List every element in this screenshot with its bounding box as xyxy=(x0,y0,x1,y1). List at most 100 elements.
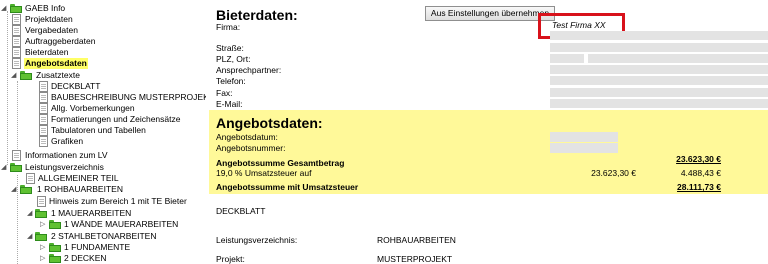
tree-node-decken[interactable]: ▷ 2 DECKEN xyxy=(0,253,200,264)
folder-open-icon xyxy=(20,71,32,80)
document-icon xyxy=(39,136,48,147)
tree-node-fundamente[interactable]: ▷ 1 FUNDAMENTE xyxy=(0,242,200,253)
folder-open-icon xyxy=(35,209,47,218)
expand-arrow-icon[interactable]: ▷ xyxy=(40,255,47,262)
umsatzsteuer-value: 4.488,43 € xyxy=(680,168,721,178)
tree-node-label: 1 ROHBAUARBEITEN xyxy=(37,184,123,194)
tree-node-stahlbetonarbeiten[interactable]: ◢ 2 STAHLBETONARBEITEN xyxy=(0,231,200,242)
tree-node-label: Grafiken xyxy=(51,136,84,146)
tree-node-zusatztexte[interactable]: ◢ Zusatztexte xyxy=(0,70,200,81)
tree-node-label: Hinweis zum Bereich 1 mit TE Bieter xyxy=(49,196,187,206)
tree-node-label-selected: Angebotsdaten xyxy=(24,58,88,69)
lv-value: ROHBAUARBEITEN xyxy=(377,235,456,245)
fax-field[interactable] xyxy=(550,88,768,97)
tree-node-informationen-lv[interactable]: Informationen zum LV xyxy=(0,150,200,161)
tree-node-label: DECKBLATT xyxy=(51,81,101,91)
angebot-section: Angebotsdaten: Angebotsdatum: Angebotsnu… xyxy=(209,110,768,194)
mit-ust-label: Angebotssumme mit Umsatzsteuer xyxy=(216,182,359,192)
angebotsnummer-field[interactable] xyxy=(550,143,618,153)
folder-icon xyxy=(49,220,61,229)
deckblatt-heading: DECKBLATT xyxy=(216,206,266,216)
folder-open-icon xyxy=(20,185,32,194)
tree-node-hinweis[interactable]: Hinweis zum Bereich 1 mit TE Bieter xyxy=(0,196,206,207)
tree-node-label: Allg. Vorbemerkungen xyxy=(51,103,135,113)
document-icon xyxy=(12,58,21,69)
telefon-field[interactable] xyxy=(550,76,768,85)
collapse-arrow-icon[interactable]: ◢ xyxy=(27,210,34,217)
expand-arrow-icon[interactable]: ▷ xyxy=(40,244,47,251)
tree-node-gaeb-info[interactable]: ◢ GAEB Info xyxy=(0,3,200,14)
bieter-heading: Bieterdaten: xyxy=(216,7,298,23)
tree-node-label: ALLGEMEINER TEIL xyxy=(38,173,119,183)
ort-field[interactable] xyxy=(588,54,768,63)
document-icon xyxy=(12,25,21,36)
document-icon xyxy=(12,14,21,25)
document-icon xyxy=(12,36,21,47)
plz-field[interactable] xyxy=(550,54,584,63)
tree-node-projektdaten[interactable]: Projektdaten xyxy=(0,14,200,25)
ansprechpartner-label: Ansprechpartner: xyxy=(216,65,282,75)
collapse-arrow-icon[interactable]: ◢ xyxy=(11,72,18,79)
email-label: E-Mail: xyxy=(216,99,243,109)
document-icon xyxy=(12,47,21,58)
angebot-heading: Angebotsdaten: xyxy=(216,115,323,131)
tree-node-bieterdaten[interactable]: Bieterdaten xyxy=(0,47,200,58)
folder-open-icon xyxy=(10,4,22,13)
document-icon xyxy=(26,173,35,184)
angebotsdatum-label: Angebotsdatum: xyxy=(216,132,278,142)
folder-icon xyxy=(49,243,61,252)
umsatzsteuer-base: 23.623,30 € xyxy=(591,168,636,178)
angebotsdatum-field[interactable] xyxy=(550,132,618,142)
tree-node-label: 1 FUNDAMENTE xyxy=(64,242,131,252)
umsatzsteuer-label: 19,0 % Umsatzsteuer auf xyxy=(216,168,312,178)
tree-node-vergabedaten[interactable]: Vergabedaten xyxy=(0,25,200,36)
collapse-arrow-icon[interactable]: ◢ xyxy=(1,164,8,171)
angebotsnummer-label: Angebotsnummer: xyxy=(216,143,286,153)
tree-node-baubeschreibung[interactable]: BAUBESCHREIBUNG MUSTERPROJEKT xyxy=(0,92,206,103)
email-field[interactable] xyxy=(550,99,768,108)
firma-label: Firma: xyxy=(216,22,241,32)
tree-node-deckblatt[interactable]: DECKBLATT xyxy=(0,81,200,92)
strasse-label: Straße: xyxy=(216,43,244,53)
expand-arrow-icon[interactable]: ▷ xyxy=(40,221,47,228)
tree-node-tabulatoren[interactable]: Tabulatoren und Tabellen xyxy=(0,125,200,136)
tree-node-mauerarbeiten[interactable]: ◢ 1 MAUERARBEITEN xyxy=(0,208,200,219)
document-icon xyxy=(12,150,21,161)
tree-node-allgemeiner-teil[interactable]: ALLGEMEINER TEIL xyxy=(0,173,200,184)
detail-panel: Bieterdaten: Aus Einstellungen übernehme… xyxy=(206,0,768,264)
collapse-arrow-icon[interactable]: ◢ xyxy=(11,186,18,193)
folder-icon xyxy=(49,254,61,263)
collapse-arrow-icon[interactable]: ◢ xyxy=(27,233,34,240)
tree-node-label: 2 DECKEN xyxy=(64,253,107,263)
tree-node-formatierungen[interactable]: Formatierungen und Zeichensätze xyxy=(0,114,200,125)
folder-open-icon xyxy=(35,232,47,241)
plz-label: PLZ, Ort: xyxy=(216,54,251,64)
projekt-value: MUSTERPROJEKT xyxy=(377,254,453,264)
navigation-tree[interactable]: ◢ GAEB Info Projektdaten Vergabedaten Au… xyxy=(0,0,206,264)
tree-node-label: Vergabedaten xyxy=(25,25,78,35)
tree-node-vorbemerkungen[interactable]: Allg. Vorbemerkungen xyxy=(0,103,200,114)
tree-node-label: Leistungsverzeichnis xyxy=(25,162,104,172)
tree-node-angebotsdaten[interactable]: Angebotsdaten xyxy=(0,58,200,69)
document-icon xyxy=(39,125,48,136)
document-icon xyxy=(39,92,48,103)
tree-node-label: BAUBESCHREIBUNG MUSTERPROJEKT xyxy=(51,92,206,102)
tree-node-label: Tabulatoren und Tabellen xyxy=(51,125,146,135)
tree-node-label: Formatierungen und Zeichensätze xyxy=(51,114,181,124)
tree-node-label: Bieterdaten xyxy=(25,47,69,57)
document-icon xyxy=(39,81,48,92)
tree-node-grafiken[interactable]: Grafiken xyxy=(0,136,200,147)
tree-node-label: Zusatztexte xyxy=(36,70,80,80)
tree-node-leistungsverzeichnis[interactable]: ◢ Leistungsverzeichnis xyxy=(0,162,200,173)
strasse-field[interactable] xyxy=(550,43,768,52)
folder-open-icon xyxy=(10,163,22,172)
tree-node-label: 2 STAHLBETONARBEITEN xyxy=(51,231,157,241)
document-icon xyxy=(37,196,46,207)
tree-node-waende[interactable]: ▷ 1 WÄNDE MAUERARBEITEN xyxy=(0,219,200,230)
tree-node-rohbauarbeiten[interactable]: ◢ 1 ROHBAUARBEITEN xyxy=(0,184,200,195)
apply-settings-button[interactable]: Aus Einstellungen übernehmen xyxy=(425,6,555,21)
collapse-arrow-icon[interactable]: ◢ xyxy=(1,5,8,12)
tree-node-auftraggeberdaten[interactable]: Auftraggeberdaten xyxy=(0,36,200,47)
firma-line2-field[interactable] xyxy=(550,31,768,40)
ansprechpartner-field[interactable] xyxy=(550,65,768,74)
